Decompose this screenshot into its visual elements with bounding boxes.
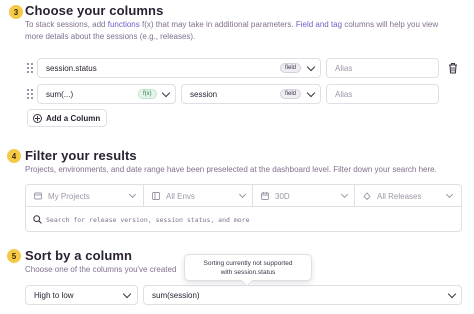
alias-input-2-placeholder: Alias	[335, 89, 353, 99]
step-badge-filter: 4	[7, 149, 21, 163]
add-circle-icon	[33, 113, 42, 123]
project-filter-label: My Projects	[48, 192, 90, 201]
search-bar[interactable]: Search for release version, session stat…	[26, 208, 461, 232]
sort-column-value: sum(session)	[152, 290, 200, 300]
environment-icon	[152, 192, 160, 200]
step-badge-columns: 3	[9, 5, 23, 19]
field-and-tag-link[interactable]: Field and tag	[296, 20, 342, 29]
drag-handle-icon[interactable]	[27, 89, 33, 99]
parameter-select-2-value: session	[190, 89, 218, 99]
chevron-down-icon	[445, 190, 454, 199]
alias-input-1-placeholder: Alias	[335, 63, 353, 73]
filter-description: Projects, environments, and date range h…	[25, 165, 437, 174]
sort-order-value: High to low	[34, 290, 74, 300]
date-range-filter-label: 30D	[275, 192, 290, 201]
trash-icon[interactable]	[448, 62, 458, 74]
release-icon	[363, 192, 371, 200]
sort-order-select[interactable]: High to low	[25, 285, 138, 305]
tooltip-line-2: with session.status	[220, 269, 276, 276]
desc-text-1: To stack sessions, add	[25, 20, 108, 29]
release-filter[interactable]: All Releases	[355, 185, 461, 207]
field-kind-pill: field	[280, 63, 302, 73]
sort-column-select[interactable]: sum(session)	[143, 285, 462, 305]
column-select-1[interactable]: session.status	[37, 58, 321, 78]
column-select-1-value: session.status	[46, 63, 97, 73]
page-filter-bar: My Projects All Envs 30D All Releases Se…	[25, 184, 462, 232]
sort-description: Choose one of the columns you've created	[25, 265, 177, 274]
chevron-down-icon	[238, 190, 247, 199]
search-icon	[33, 215, 42, 224]
function-kind-pill: f(x)	[138, 89, 157, 99]
tooltip-line-1: Sorting currently not supported	[203, 260, 293, 267]
add-column-button[interactable]: Add a Column	[27, 109, 108, 127]
drag-handle-icon[interactable]	[27, 63, 33, 73]
section-title-filter: Filter your results	[25, 148, 137, 163]
date-range-filter[interactable]: 30D	[253, 185, 355, 207]
alias-input-1[interactable]: Alias	[326, 58, 439, 78]
project-icon	[34, 192, 42, 200]
calendar-icon	[261, 192, 269, 200]
columns-description: To stack sessions, add functions f(x) th…	[25, 19, 465, 43]
alias-input-2[interactable]: Alias	[326, 84, 439, 104]
project-filter[interactable]: My Projects	[26, 185, 144, 207]
functions-link[interactable]: functions	[108, 20, 140, 29]
desc-text-line2: more details about the sessions (e.g., r…	[25, 32, 196, 41]
field-kind-pill: field	[280, 89, 302, 99]
chevron-down-icon	[340, 190, 349, 199]
desc-text-2: f(x) that may take in additional paramet…	[139, 20, 296, 29]
environment-filter[interactable]: All Envs	[144, 185, 253, 207]
search-placeholder: Search for release version, session stat…	[46, 216, 250, 224]
section-title-columns: Choose your columns	[25, 3, 164, 18]
release-filter-label: All Releases	[377, 192, 422, 201]
function-select-2-value: sum(...)	[46, 89, 74, 99]
environment-filter-label: All Envs	[166, 192, 195, 201]
chevron-down-icon	[128, 190, 137, 199]
step-badge-sort: 5	[7, 249, 21, 263]
desc-text-3: columns will help you view	[342, 20, 439, 29]
section-title-sort: Sort by a column	[25, 248, 133, 263]
add-column-label: Add a Column	[46, 113, 101, 123]
